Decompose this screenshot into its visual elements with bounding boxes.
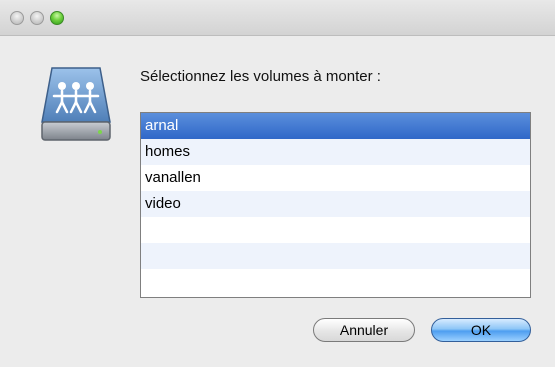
title-bar [0,0,555,36]
network-drive-icon [38,66,114,144]
empty-row [141,243,530,269]
empty-row [141,217,530,243]
volumes-list[interactable]: arnal homes vanallen video [140,112,531,298]
cancel-button[interactable]: Annuler [313,318,415,342]
empty-row [141,269,530,295]
volume-item-video[interactable]: video [141,191,530,217]
dialog-prompt: Sélectionnez les volumes à monter : [140,68,381,85]
volume-item-homes[interactable]: homes [141,139,530,165]
volume-item-arnal[interactable]: arnal [141,113,530,139]
close-icon[interactable] [10,11,24,25]
volume-item-vanallen[interactable]: vanallen [141,165,530,191]
minimize-icon[interactable] [30,11,44,25]
zoom-icon[interactable] [50,11,64,25]
ok-button[interactable]: OK [431,318,531,342]
mount-volumes-window: Sélectionnez les volumes à monter : arna… [0,0,555,367]
